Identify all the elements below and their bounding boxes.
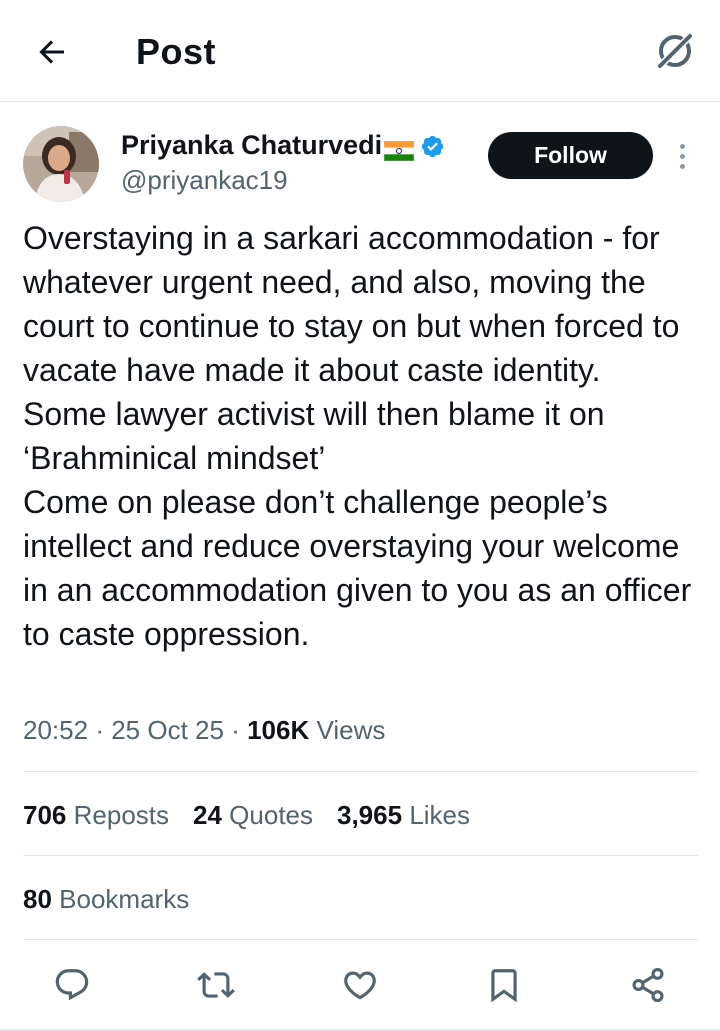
separator: · [95, 715, 104, 745]
bookmark-button[interactable] [479, 960, 529, 1010]
quotes-stat[interactable]: 24 Quotes [193, 797, 313, 833]
bookmark-icon [491, 969, 517, 1003]
dot [679, 143, 685, 149]
likes-count: 3,965 [337, 800, 403, 830]
repost-button[interactable] [191, 960, 241, 1010]
divider [23, 939, 698, 940]
bookmarks-label: Bookmarks [59, 884, 190, 914]
reply-icon [55, 969, 89, 1001]
like-icon [344, 971, 376, 1000]
bookmarks-count: 80 [23, 884, 52, 914]
author-name[interactable]: Priyanka Chaturvedi [121, 128, 445, 162]
reposts-count: 706 [23, 800, 67, 830]
share-icon [632, 967, 664, 1003]
india-flag-icon [383, 135, 415, 162]
quotes-label: Quotes [229, 800, 313, 830]
grok-button[interactable] [650, 26, 700, 76]
likes-label: Likes [409, 800, 471, 830]
separator: · [231, 715, 240, 745]
grok-icon [656, 32, 694, 70]
verified-badge-icon [420, 133, 445, 158]
profile-photo [23, 126, 99, 202]
reposts-label: Reposts [73, 800, 170, 830]
post-text: Overstaying in a sarkari accommodation -… [23, 220, 692, 652]
post-date[interactable]: 25 Oct 25 [111, 715, 224, 745]
more-options-icon[interactable] [668, 138, 696, 174]
top-bar: Post [0, 0, 720, 102]
avatar[interactable] [23, 126, 99, 202]
divider [23, 771, 698, 772]
views-count[interactable]: 106K [247, 715, 309, 745]
post-meta: 20:52 · 25 Oct 25 · 106K Views [23, 712, 385, 748]
like-button[interactable] [335, 960, 385, 1010]
reposts-stat[interactable]: 706 Reposts [23, 797, 169, 833]
bookmarks-stat[interactable]: 80 Bookmarks [23, 881, 189, 917]
dot [679, 163, 685, 169]
likes-stat[interactable]: 3,965 Likes [337, 797, 470, 833]
follow-button[interactable]: Follow [488, 132, 653, 179]
reply-button[interactable] [47, 960, 97, 1010]
views-label: Views [316, 715, 386, 745]
share-button[interactable] [623, 960, 673, 1010]
action-bar [0, 960, 720, 1010]
author-name-text: Priyanka Chaturvedi [121, 130, 383, 160]
engagement-stats: 706 Reposts 24 Quotes 3,965 Likes [23, 797, 470, 833]
quotes-count: 24 [193, 800, 222, 830]
repost-icon [197, 972, 235, 998]
dot [679, 153, 685, 159]
back-button[interactable] [30, 30, 74, 74]
post-time[interactable]: 20:52 [23, 715, 88, 745]
page-title: Post [136, 31, 217, 72]
divider [23, 855, 698, 856]
arrow-left-icon [39, 40, 64, 64]
author-handle[interactable]: @priyankac19 [121, 164, 288, 196]
